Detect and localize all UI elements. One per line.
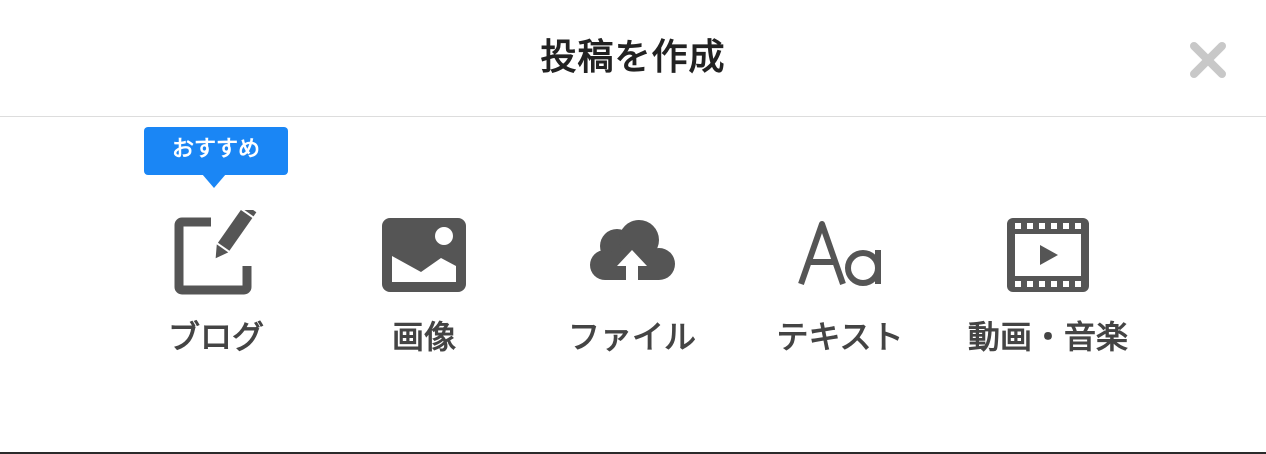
modal-header: 投稿を作成: [0, 0, 1266, 117]
option-blog-label: ブログ: [167, 318, 264, 356]
option-image[interactable]: 画像: [334, 210, 514, 370]
option-text[interactable]: テキスト: [750, 210, 930, 370]
recommended-badge: おすすめ: [144, 127, 288, 175]
blog-edit-icon: [171, 210, 261, 300]
option-file[interactable]: ファイル: [542, 210, 722, 370]
cloud-upload-icon: [587, 210, 677, 300]
modal-title: 投稿を作成: [540, 37, 726, 78]
close-icon: [1190, 42, 1226, 78]
option-video-music-label: 動画・音楽: [967, 318, 1128, 356]
post-type-options: ブログ 画像 ファイル テキスト 動画・音楽: [0, 210, 1266, 370]
option-image-label: 画像: [391, 318, 456, 356]
close-button[interactable]: [1186, 38, 1230, 82]
option-file-label: ファイル: [567, 318, 696, 356]
option-text-label: テキスト: [776, 318, 904, 356]
option-blog[interactable]: ブログ: [126, 210, 306, 370]
option-video-music[interactable]: 動画・音楽: [958, 210, 1138, 370]
create-post-modal: 投稿を作成 おすすめ ブログ 画像 ファイル テキスト 動画・音楽: [0, 0, 1266, 454]
recommended-badge-pointer: [202, 174, 226, 188]
text-aa-icon: [795, 210, 885, 300]
video-icon: [1003, 210, 1093, 300]
image-icon: [379, 210, 469, 300]
